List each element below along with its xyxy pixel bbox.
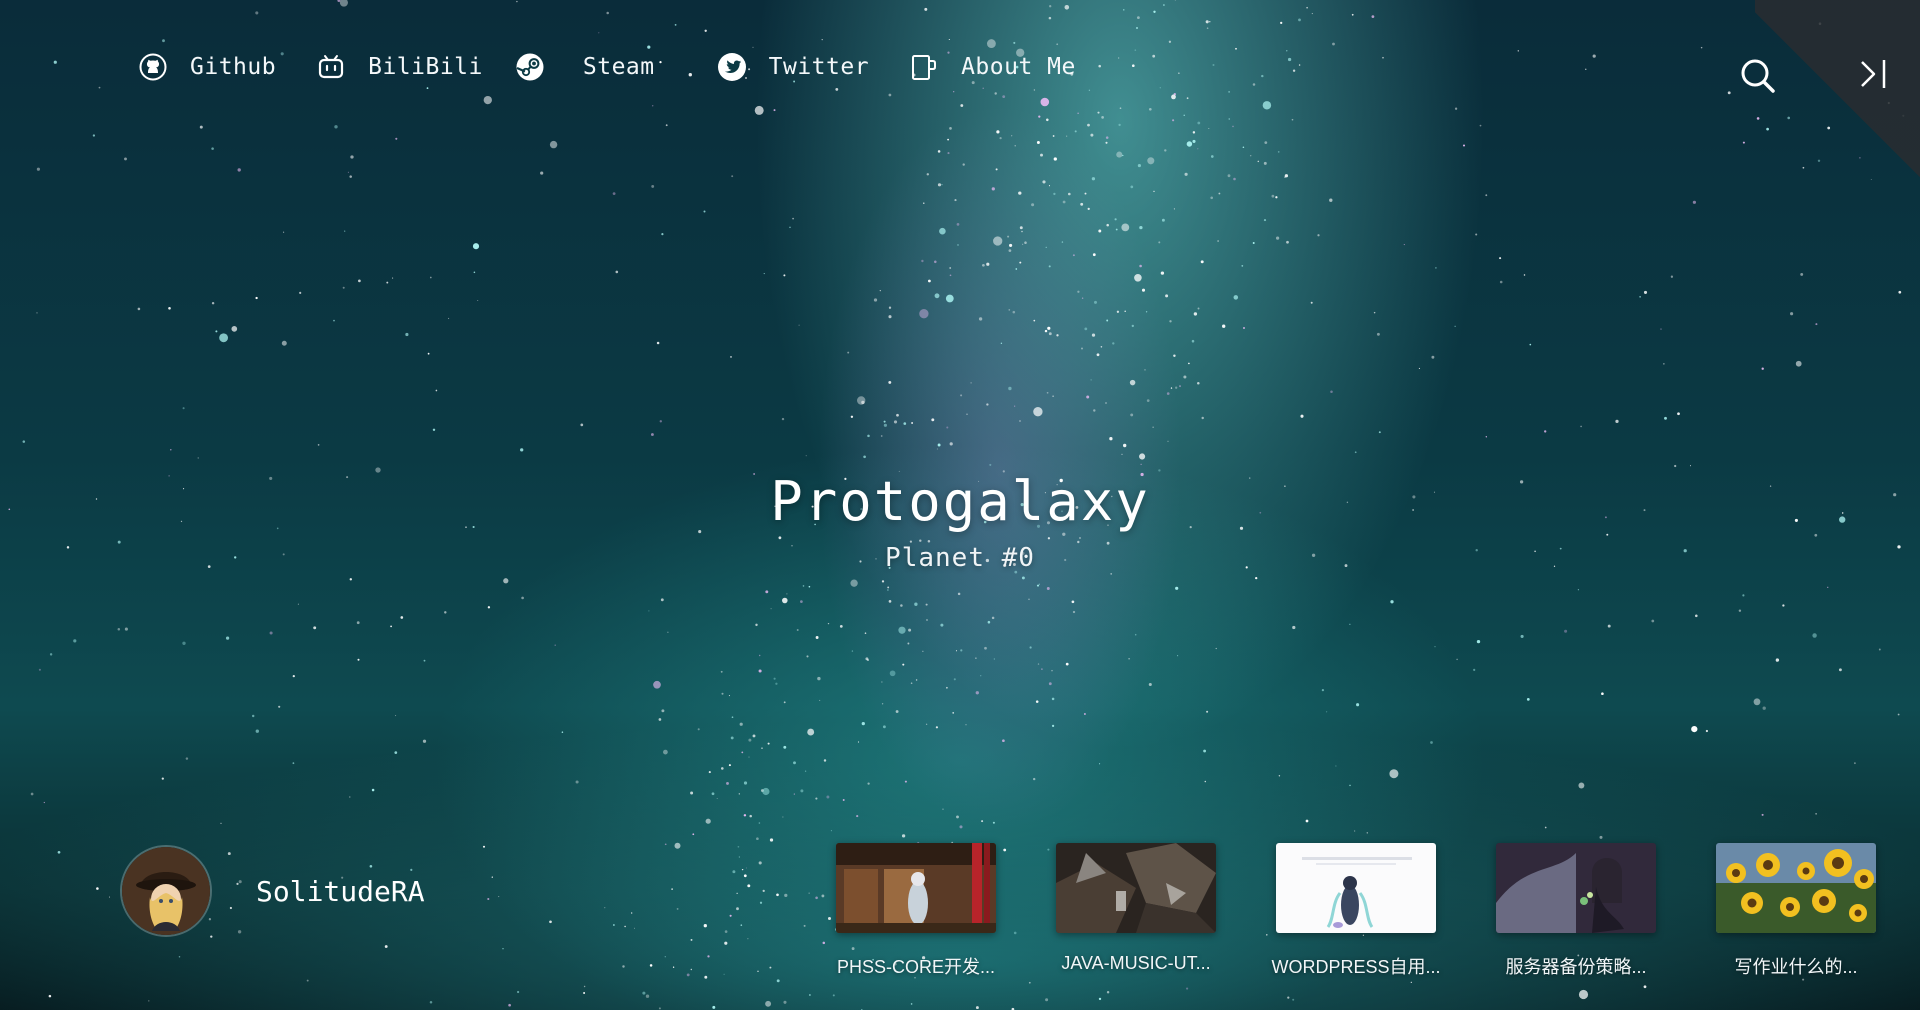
post-thumbnail: [836, 843, 996, 933]
post-thumbnail: [1716, 843, 1876, 933]
post-card[interactable]: 写作业什么的...: [1706, 843, 1886, 979]
nav-item-twitter[interactable]: Twitter: [717, 52, 869, 82]
github-icon: [138, 52, 168, 82]
nav-label-bilibili: BiliBili: [368, 54, 483, 80]
corner-fold: [1755, 0, 1920, 190]
nav-item-steam[interactable]: Steam: [516, 52, 655, 82]
post-thumbnail: [1496, 843, 1656, 933]
search-button[interactable]: [1738, 56, 1778, 96]
author-name[interactable]: SolitudeRA: [256, 875, 425, 908]
hero-title-block: Protogalaxy Planet #0: [0, 470, 1920, 573]
recent-posts: PHSS-CORE开发... JAVA-MUSIC-UT... WORDPRES…: [826, 843, 1886, 979]
post-card[interactable]: JAVA-MUSIC-UT...: [1046, 843, 1226, 979]
post-title: PHSS-CORE开发...: [836, 957, 996, 977]
steam-icon: [515, 52, 545, 82]
nav-item-bilibili[interactable]: BiliBili: [316, 52, 483, 82]
mug-icon: [909, 52, 939, 82]
post-card[interactable]: WORDPRESS自用...: [1266, 843, 1446, 979]
nav-label-github: Github: [190, 54, 277, 80]
post-card[interactable]: 服务器备份策略...: [1486, 843, 1666, 979]
nav-label-steam: Steam: [582, 54, 655, 80]
top-nav: Github BiliBili Steam Twitter About Me: [138, 52, 1116, 82]
sidebar-toggle-icon: [1861, 60, 1886, 88]
author-block: SolitudeRA: [120, 845, 425, 937]
avatar[interactable]: [120, 845, 212, 937]
post-thumbnail: [1056, 843, 1216, 933]
twitter-icon: [717, 52, 747, 82]
post-card[interactable]: PHSS-CORE开发...: [826, 843, 1006, 979]
post-title: WORDPRESS自用...: [1271, 957, 1441, 977]
site-subtitle: Planet #0: [885, 543, 1035, 573]
nav-item-github[interactable]: Github: [138, 52, 276, 82]
bilibili-icon: [316, 52, 346, 82]
post-title: 服务器备份策略...: [1505, 957, 1647, 977]
search-icon: [1741, 59, 1775, 93]
post-title: 写作业什么的...: [1734, 957, 1858, 977]
sidebar-toggle-button[interactable]: [1856, 56, 1892, 92]
post-thumbnail: [1276, 843, 1436, 933]
site-title: Protogalaxy: [770, 470, 1150, 533]
post-title: JAVA-MUSIC-UT...: [1061, 953, 1211, 973]
nav-label-twitter: Twitter: [768, 54, 870, 80]
nav-item-about[interactable]: About Me: [909, 52, 1076, 82]
nav-label-about: About Me: [961, 54, 1076, 80]
